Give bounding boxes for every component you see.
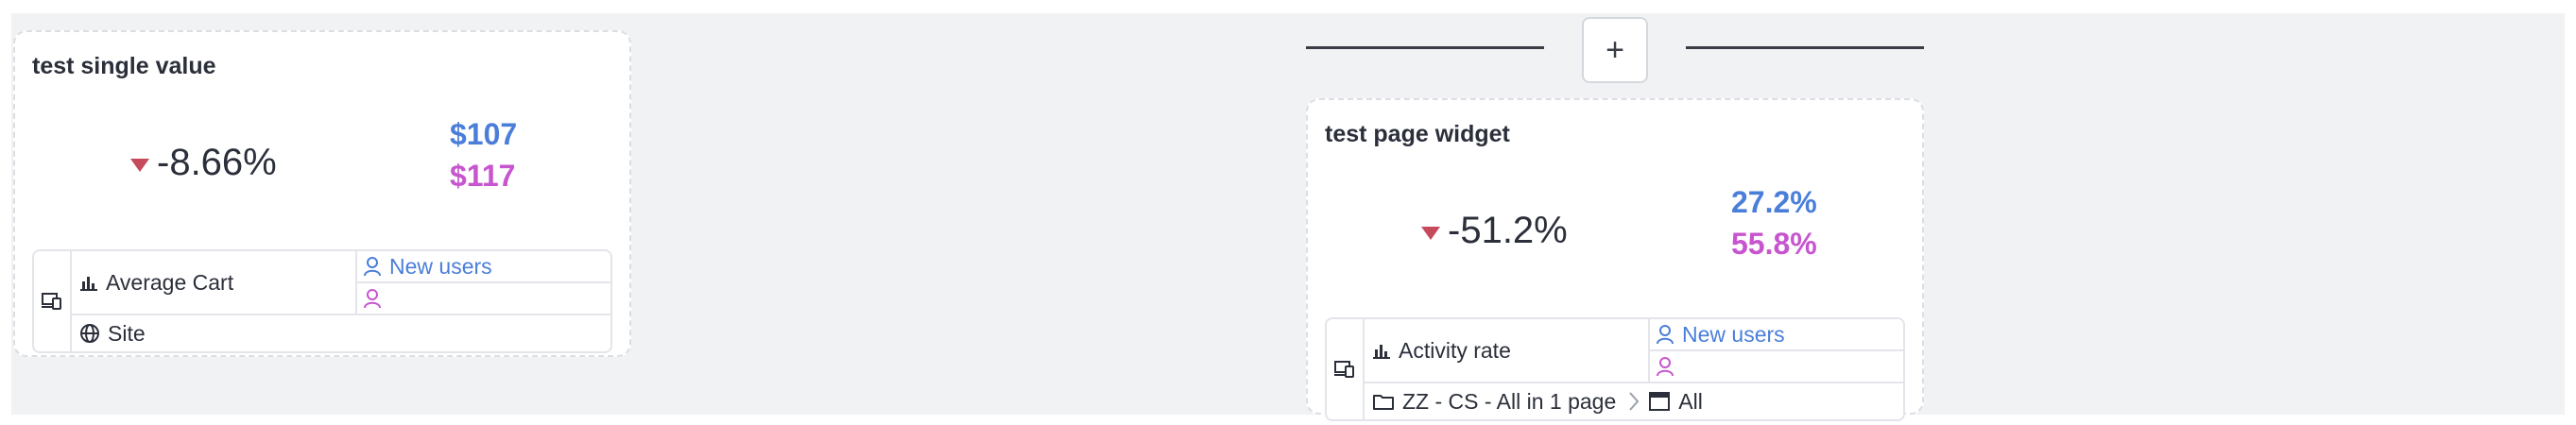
- divider-line-right: [1686, 46, 1924, 49]
- widget-definition-table: Average Cart New users Site: [32, 249, 612, 353]
- scope-cell[interactable]: Site: [72, 315, 610, 351]
- user-icon: [1656, 356, 1674, 377]
- metric-label: Average Cart: [106, 269, 234, 295]
- bar-chart-icon: [1372, 341, 1391, 360]
- current-value: $107: [450, 117, 518, 151]
- device-cell: [34, 251, 70, 351]
- change-value: -8.66%: [130, 142, 277, 184]
- widget-card-page[interactable]: test page widget -51.2% 27.2% 55.8% Acti…: [1306, 98, 1924, 421]
- metric-cell[interactable]: Average Cart: [72, 251, 355, 314]
- globe-icon: [79, 323, 100, 344]
- widget-title: test single value: [32, 53, 216, 79]
- user-icon: [363, 288, 382, 309]
- segment-link[interactable]: New users: [1682, 322, 1785, 348]
- current-value: 27.2%: [1731, 185, 1817, 219]
- chevron-right-icon: [1627, 391, 1640, 412]
- add-widget-button[interactable]: +: [1582, 17, 1648, 83]
- device-icon: [1333, 360, 1356, 379]
- user-icon: [363, 256, 382, 277]
- scope-label: Site: [108, 320, 146, 346]
- device-cell: [1327, 319, 1363, 419]
- segment-link[interactable]: New users: [389, 254, 492, 280]
- trend-down-icon: [130, 158, 149, 172]
- previous-value: $117: [450, 159, 516, 193]
- dashboard-canvas: test single value -8.66% $107 $117 Avera…: [11, 13, 2565, 421]
- segment-current-cell[interactable]: New users: [357, 251, 610, 281]
- segment-previous-cell[interactable]: [1650, 351, 1903, 382]
- previous-value: 55.8%: [1731, 227, 1817, 261]
- metric-cell[interactable]: Activity rate: [1365, 319, 1648, 382]
- page-label: All: [1678, 388, 1703, 414]
- change-text: -51.2%: [1448, 210, 1568, 251]
- folder-icon: [1372, 392, 1395, 411]
- change-text: -8.66%: [157, 142, 277, 183]
- segment-previous-cell[interactable]: [357, 283, 610, 314]
- trend-down-icon: [1421, 226, 1440, 240]
- segment-current-cell[interactable]: New users: [1650, 319, 1903, 349]
- page-group-label: ZZ - CS - All in 1 page: [1402, 388, 1617, 414]
- divider-line-left: [1306, 46, 1544, 49]
- widget-definition-table: Activity rate New users ZZ - CS - All in…: [1325, 317, 1905, 421]
- change-value: -51.2%: [1421, 210, 1568, 252]
- widget-title: test page widget: [1325, 121, 1510, 147]
- page-icon: [1648, 391, 1671, 412]
- device-icon: [41, 292, 63, 311]
- metric-label: Activity rate: [1399, 337, 1511, 363]
- page-path-cell[interactable]: ZZ - CS - All in 1 page All: [1365, 383, 1903, 419]
- widget-card-single-value[interactable]: test single value -8.66% $107 $117 Avera…: [13, 30, 631, 357]
- user-icon: [1656, 324, 1674, 345]
- bar-chart-icon: [79, 273, 98, 292]
